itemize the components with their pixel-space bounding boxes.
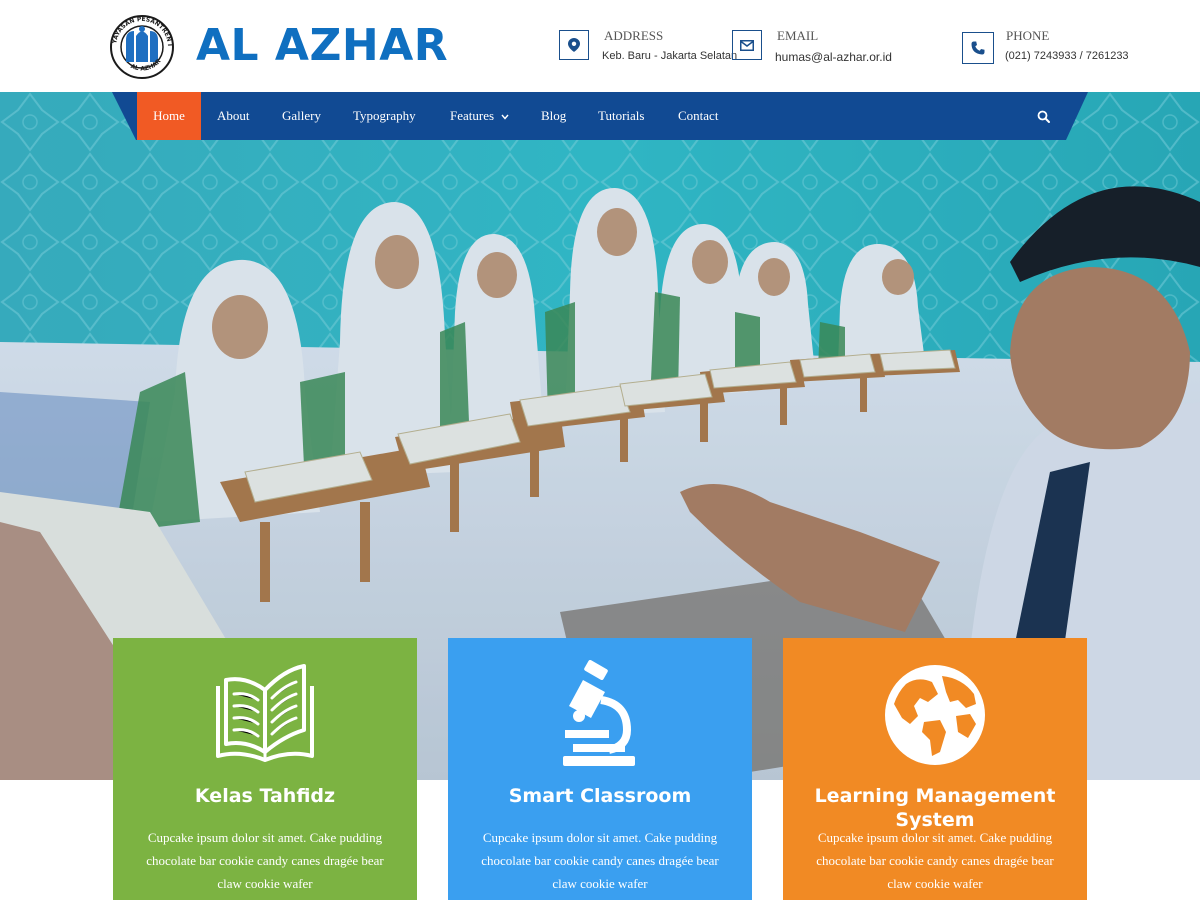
logo-emblem-icon[interactable]: YAYASAN PESANTREN ISLAM AL AZHAR: [106, 14, 178, 80]
nav-home[interactable]: Home: [137, 92, 201, 140]
feature-card-lms[interactable]: Learning Management System Cupcake ipsum…: [783, 638, 1087, 900]
contact-email: EMAIL humas@al-azhar.or.id: [732, 26, 912, 78]
feature-text: Cupcake ipsum dolor sit amet. Cake puddi…: [481, 830, 719, 891]
phone-title: PHONE: [1006, 28, 1050, 43]
contact-address: ADDRESS Keb. Baru - Jakarta Selatan: [559, 26, 737, 78]
envelope-icon: [732, 30, 762, 60]
site-header: YAYASAN PESANTREN ISLAM AL AZHAR AL AZHA…: [0, 0, 1200, 92]
contact-phone: PHONE (021) 7243933 / 7261233: [962, 26, 1132, 78]
search-icon[interactable]: [1034, 107, 1054, 127]
feature-text: Cupcake ipsum dolor sit amet. Cake puddi…: [816, 830, 1054, 891]
phone-value[interactable]: (021) 7243933 / 7261233: [1005, 50, 1129, 62]
nav-about[interactable]: About: [217, 92, 250, 140]
nav-features[interactable]: Features: [450, 92, 509, 140]
nav-features-label: Features: [450, 108, 495, 123]
nav-contact[interactable]: Contact: [678, 92, 718, 140]
email-value[interactable]: humas@al-azhar.or.id: [775, 50, 892, 64]
email-title: EMAIL: [777, 28, 819, 43]
chevron-down-icon: [501, 114, 509, 120]
feature-title: Smart Classroom: [508, 785, 692, 807]
phone-icon: [962, 32, 994, 64]
nav-blog[interactable]: Blog: [541, 92, 566, 140]
address-value: Keb. Baru - Jakarta Selatan: [602, 50, 738, 62]
feature-card-tahfidz[interactable]: Kelas Tahfidz Cupcake ipsum dolor sit am…: [113, 638, 417, 900]
open-book-icon: [216, 664, 314, 762]
feature-title: Kelas Tahfidz: [194, 785, 336, 807]
microscope-icon: [563, 660, 635, 766]
brand-title[interactable]: AL AZHAR: [196, 18, 448, 74]
map-marker-icon: [559, 30, 589, 60]
feature-text: Cupcake ipsum dolor sit amet. Cake puddi…: [146, 830, 384, 891]
feature-card-smart-classroom[interactable]: Smart Classroom Cupcake ipsum dolor sit …: [448, 638, 752, 900]
nav-tutorials[interactable]: Tutorials: [598, 92, 644, 140]
nav-gallery[interactable]: Gallery: [282, 92, 321, 140]
nav-typography[interactable]: Typography: [353, 92, 416, 140]
globe-icon: [885, 665, 985, 765]
feature-title: Learning Management System: [814, 785, 1056, 831]
address-title: ADDRESS: [604, 28, 664, 43]
